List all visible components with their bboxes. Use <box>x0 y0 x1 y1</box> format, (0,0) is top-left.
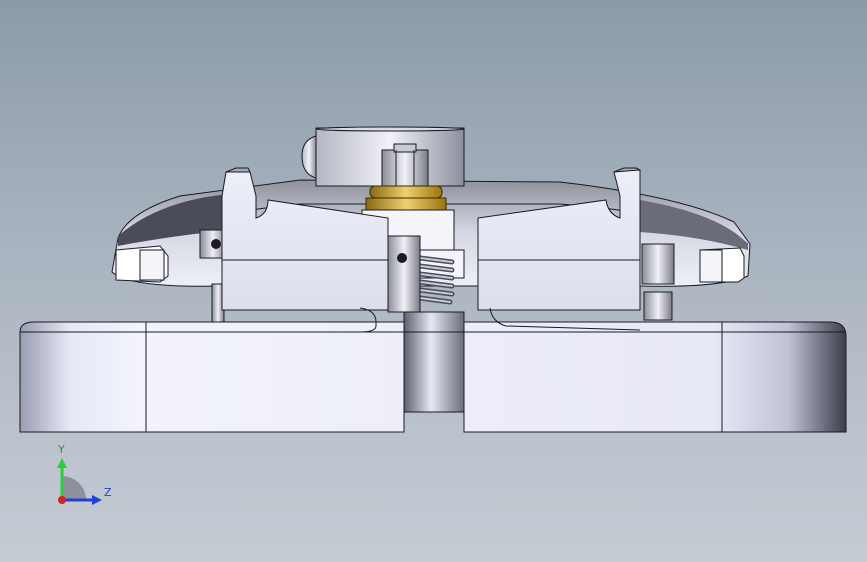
z-axis-arrow <box>92 495 102 505</box>
hex-nut[interactable] <box>381 143 429 187</box>
brass-washer[interactable] <box>365 185 447 211</box>
center-pin[interactable] <box>387 235 421 313</box>
z-axis-label: Z <box>104 486 112 499</box>
axis-triad <box>57 458 102 505</box>
y-axis-label: Y <box>58 443 65 456</box>
graphics-viewport[interactable]: Y Z <box>0 0 867 562</box>
cad-model[interactable] <box>0 0 867 562</box>
triad-origin <box>58 496 66 504</box>
center-shaft[interactable] <box>403 311 465 413</box>
y-axis-arrow <box>57 458 67 468</box>
